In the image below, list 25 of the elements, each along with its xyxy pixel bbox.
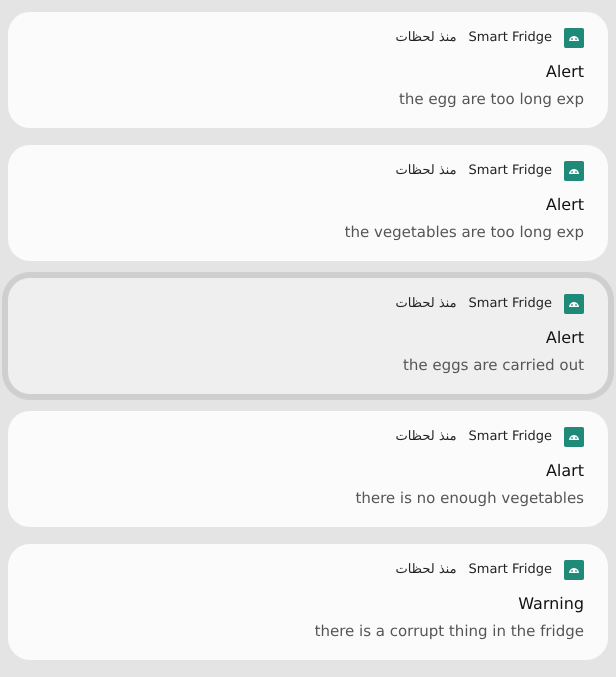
app-name: Smart Fridge: [468, 162, 552, 180]
timestamp: منذ لحظات: [395, 561, 457, 580]
timestamp: منذ لحظات: [395, 29, 457, 48]
notification-message: there is a corrupt thing in the fridge: [314, 621, 584, 642]
android-app-icon: [564, 161, 584, 181]
timestamp: منذ لحظات: [395, 428, 457, 446]
notification-title: Alert: [546, 61, 584, 83]
android-app-icon: [564, 294, 584, 314]
app-name: Smart Fridge: [468, 295, 552, 314]
notification-title: Warning: [518, 593, 584, 615]
notification-message: the vegetables are too long exp: [344, 222, 584, 243]
app-name: Smart Fridge: [468, 561, 552, 580]
notification-message: there is no enough vegetables: [355, 488, 584, 509]
notification-title: Alart: [546, 460, 584, 482]
timestamp: منذ لحظات: [395, 162, 457, 180]
notification-message: the egg are too long exp: [399, 89, 584, 110]
app-name: Smart Fridge: [468, 428, 552, 446]
app-name: Smart Fridge: [468, 29, 552, 48]
notification-title: Alert: [546, 194, 584, 216]
notification-title: Alert: [546, 327, 584, 349]
timestamp: منذ لحظات: [395, 295, 457, 314]
android-app-icon: [564, 560, 584, 580]
android-app-icon: [564, 28, 584, 48]
android-app-icon: [564, 427, 584, 447]
notification-message: the eggs are carried out: [402, 355, 584, 376]
